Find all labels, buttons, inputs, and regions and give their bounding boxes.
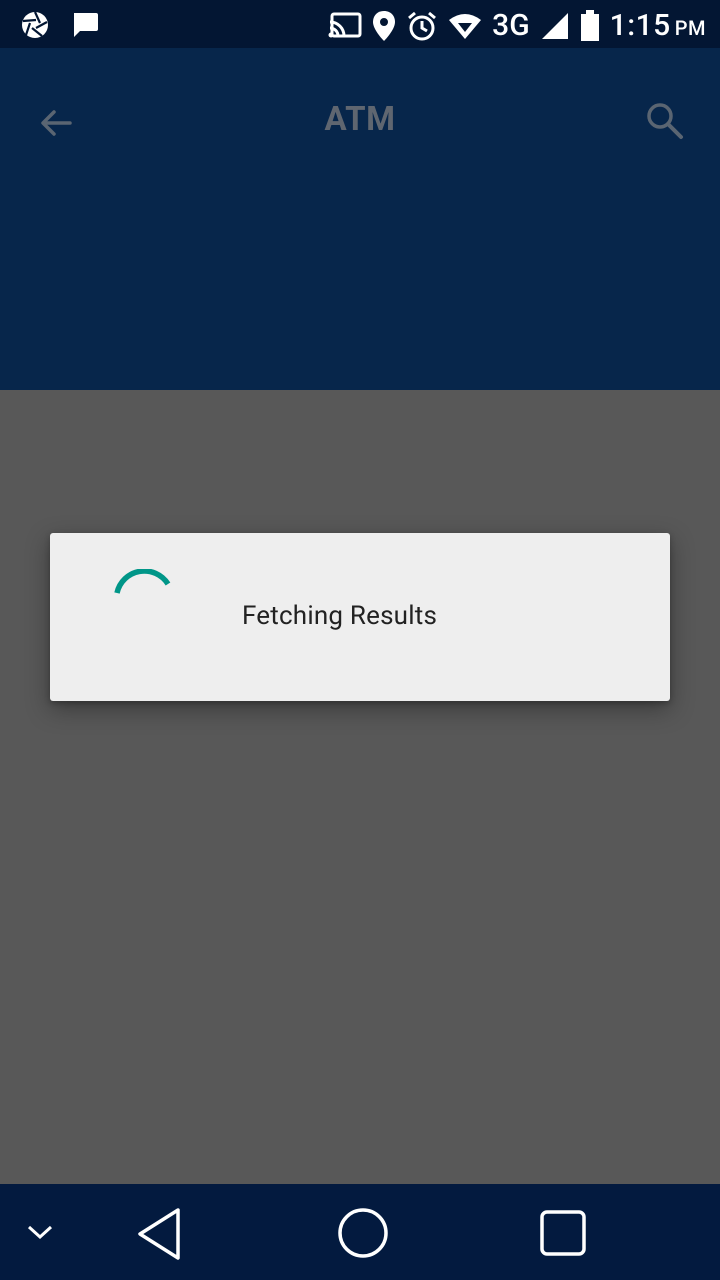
scrim-overlay[interactable] — [0, 390, 720, 1184]
back-triangle-icon[interactable] — [134, 1206, 186, 1262]
location-pin-icon — [373, 10, 396, 41]
navigation-bar — [0, 1184, 720, 1280]
progress-dialog: Fetching Results — [50, 533, 670, 701]
home-circle-icon[interactable] — [336, 1206, 390, 1260]
alarm-icon — [408, 11, 437, 40]
status-bar: 3G 1:15 PM — [0, 0, 720, 48]
cast-icon — [328, 12, 362, 37]
recents-square-icon[interactable] — [538, 1208, 588, 1258]
chevron-down-icon[interactable] — [26, 1220, 54, 1244]
page-title: ATM — [324, 100, 396, 139]
loading-spinner-icon — [114, 569, 171, 594]
signal-icon — [541, 12, 568, 39]
network-type: 3G — [492, 8, 530, 43]
app-bar: ATM — [0, 48, 720, 390]
dialog-message: Fetching Results — [242, 601, 438, 631]
wifi-icon — [449, 13, 482, 39]
search-icon[interactable] — [644, 100, 686, 142]
clock: 1:15 PM — [609, 8, 706, 43]
camera-aperture-icon — [22, 11, 48, 38]
chat-bubble-icon — [74, 13, 98, 37]
battery-icon — [580, 9, 599, 41]
